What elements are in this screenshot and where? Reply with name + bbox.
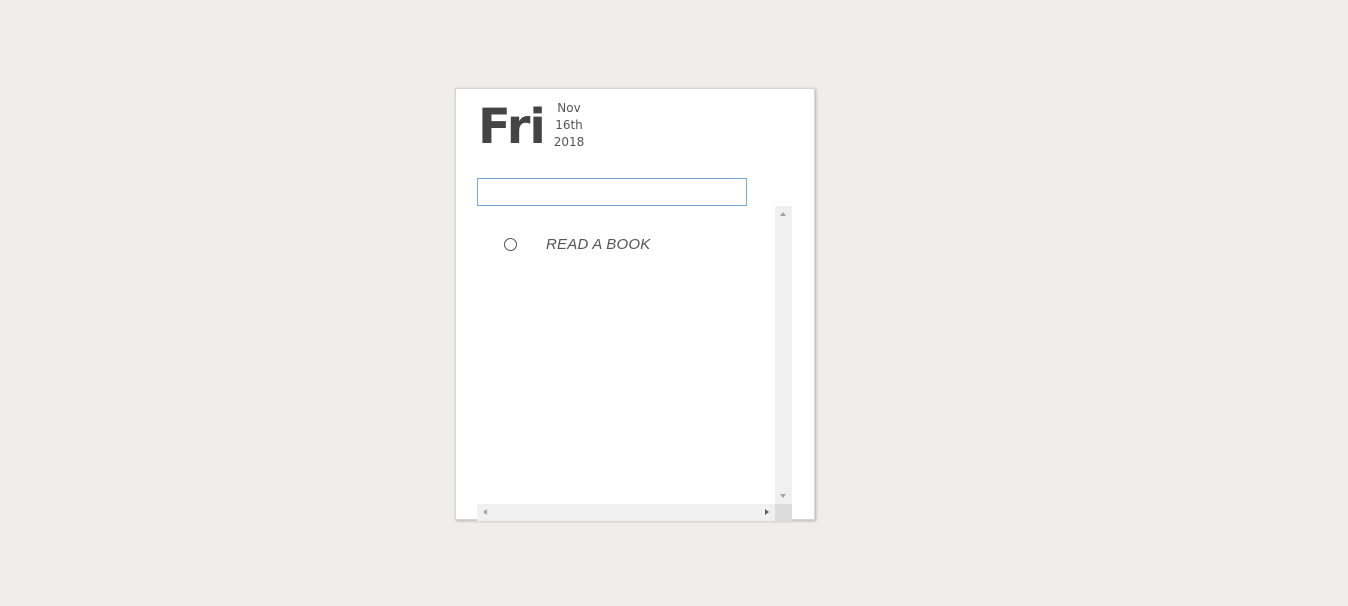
task-list: READ A BOOK [477, 206, 775, 504]
scroll-up-arrow-icon[interactable] [780, 212, 786, 216]
new-task-input[interactable] [477, 178, 747, 206]
date-day: 16th [555, 118, 583, 132]
date-year: 2018 [553, 135, 585, 149]
task-list-scroll-area[interactable]: READ A BOOK [477, 206, 792, 521]
vertical-scrollbar[interactable] [775, 206, 792, 504]
circle-outline-icon[interactable] [504, 238, 517, 251]
scroll-right-arrow-icon[interactable] [765, 509, 769, 515]
scrollbar-corner [775, 504, 792, 521]
todo-card: Fri Nov 16th 2018 READ A BOOK [455, 88, 815, 521]
date-month: Nov [557, 101, 581, 115]
day-name: Fri [478, 99, 546, 155]
scroll-left-arrow-icon[interactable] [483, 509, 487, 515]
scroll-down-arrow-icon[interactable] [780, 494, 786, 498]
list-item: READ A BOOK [504, 236, 650, 253]
date-block: Nov 16th 2018 [553, 100, 585, 151]
horizontal-scrollbar[interactable] [477, 504, 775, 521]
task-text: READ A BOOK [546, 236, 651, 253]
